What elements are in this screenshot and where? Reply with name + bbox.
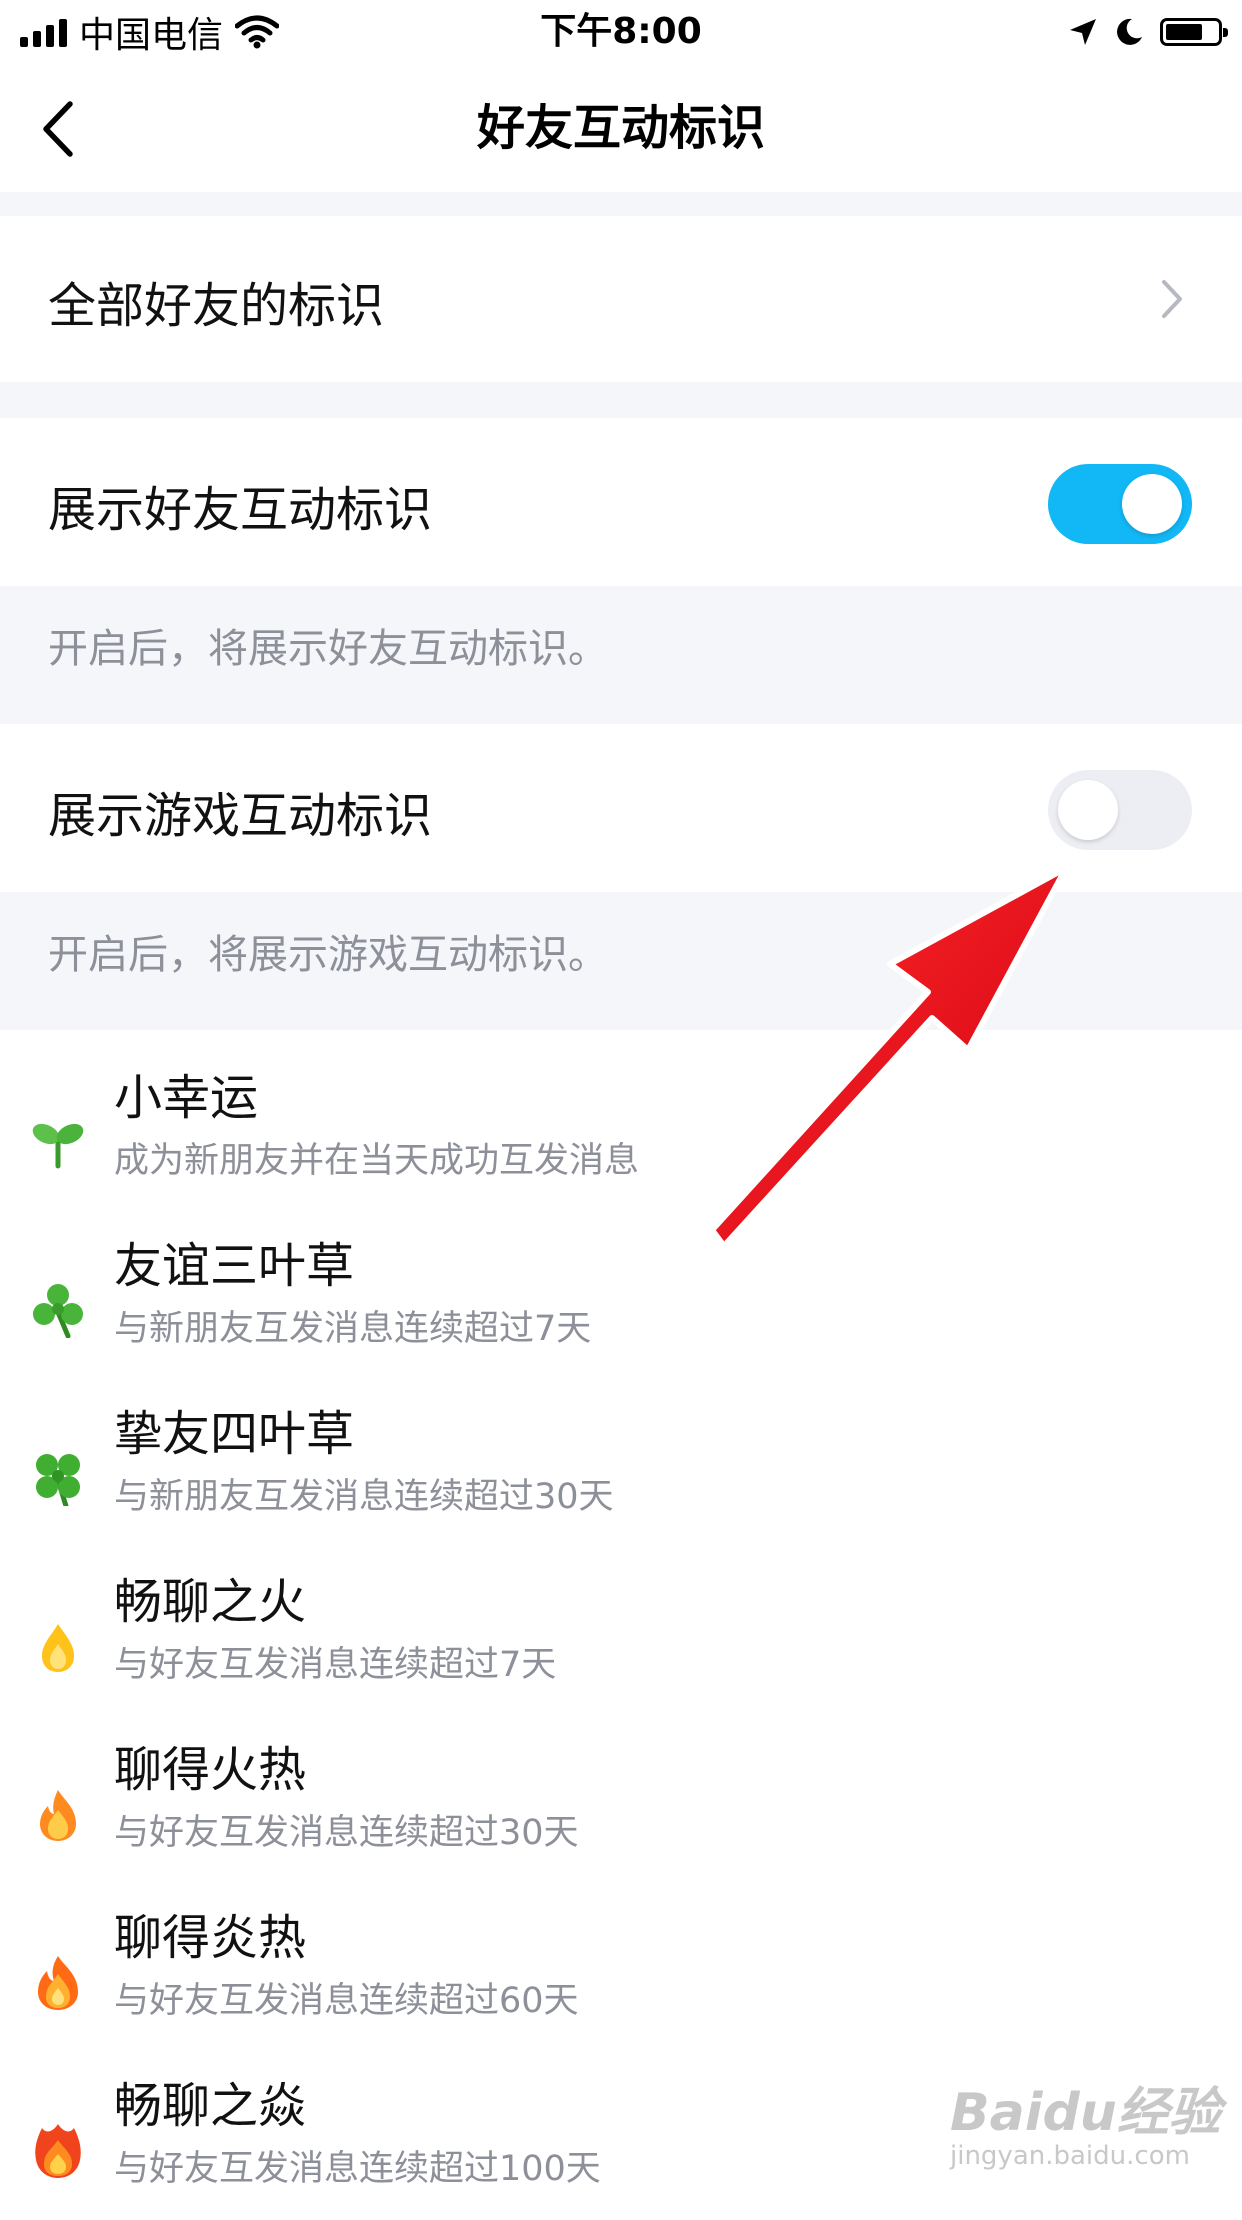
friend-badge-toggle-row: 展示好友互动标识 [0,418,1242,586]
game-badge-toggle-label: 展示游戏互动标识 [48,788,433,844]
badge-description: 成为新朋友并在当天成功互发消息 [114,1141,640,1181]
game-badge-toggle[interactable] [1048,770,1192,850]
toggle-knob [1122,474,1182,534]
badge-title: 挚友四叶草 [114,1406,355,1462]
annotation-arrow [709,865,1069,1249]
status-bar: 中国电信 下午8:00 [0,0,1242,64]
list-item: 挚友四叶草 与新朋友互发消息连续超过30天 [0,1380,1242,1548]
list-item: 聊得炎热 与好友互发消息连续超过60天 [0,1884,1242,2052]
page-title: 好友互动标识 [476,100,765,156]
badge-description: 与新朋友互发消息连续超过7天 [114,1309,592,1349]
toggle-knob [1058,780,1118,840]
list-item: 聊得火热 与好友互发消息连续超过30天 [0,1716,1242,1884]
friend-badge-toggle[interactable] [1048,464,1192,544]
watermark-brand: Baidu经验 [950,2083,1221,2143]
four-leaf-clover-icon [36,1454,80,1506]
badge-title: 聊得火热 [114,1742,307,1798]
status-right [1068,8,1228,56]
big-flame-icon [38,1956,78,2010]
badge-description: 与新朋友互发消息连续超过30天 [114,1477,614,1517]
badge-description: 与好友互发消息连续超过60天 [114,1981,579,2021]
list-item: 畅聊之火 与好友互发消息连续超过7天 [0,1548,1242,1716]
location-icon [1070,19,1096,45]
section-gap [0,192,1242,216]
clock: 下午8:00 [540,11,702,52]
section-gap [0,382,1242,418]
badge-title: 畅聊之焱 [114,2078,307,2134]
battery-icon [1160,18,1228,46]
friend-badge-toggle-label: 展示好友互动标识 [48,482,433,538]
badge-description: 与好友互发消息连续超过7天 [114,1645,557,1685]
friend-badge-hint-area: 开启后，将展示好友互动标识。 [0,586,1242,724]
badge-title: 友谊三叶草 [114,1238,355,1294]
game-badge-hint: 开启后，将展示游戏互动标识。 [48,932,608,978]
three-leaf-clover-icon [33,1284,83,1338]
badge-description: 与好友互发消息连续超过30天 [114,1813,579,1853]
badge-title: 畅聊之火 [114,1574,307,1630]
blaze-icon [35,2124,81,2178]
sprout-icon [32,1123,84,1169]
flame-icon [40,1790,76,1841]
moon-icon [1117,18,1142,45]
all-friends-row[interactable]: 全部好友的标识 [0,216,1242,382]
nav-bar: 好友互动标识 [0,64,1242,192]
badge-description: 与好友互发消息连续超过100天 [114,2149,601,2189]
badge-title: 聊得炎热 [114,1910,307,1966]
watermark: Baidu经验 jingyan.baidu.com [950,2070,1221,2171]
watermark-url: jingyan.baidu.com [950,2141,1190,2171]
friend-badge-hint: 开启后，将展示好友互动标识。 [48,626,608,672]
all-friends-label: 全部好友的标识 [48,278,385,334]
badge-title: 小幸运 [114,1070,259,1126]
small-flame-icon [42,1624,74,1672]
chevron-right-icon [1162,280,1182,318]
